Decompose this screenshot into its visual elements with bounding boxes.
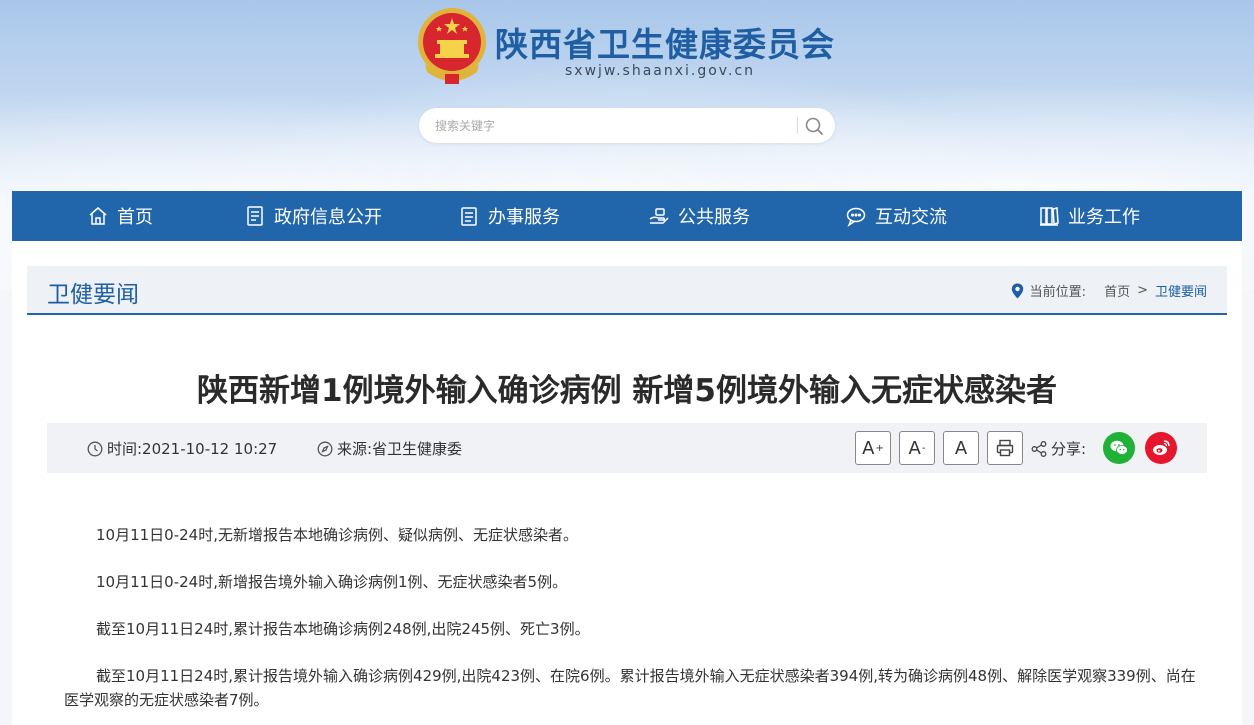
compass-icon	[317, 441, 333, 456]
article-meta-bar: 时间:2021-10-12 10:27 来源:省卫生健康委 A + A- A 分…	[47, 423, 1207, 473]
article-paragraph: 10月11日0-24时,无新增报告本地确诊病例、疑似病例、无症状感染者。	[96, 526, 578, 544]
content-panel: 卫健要闻 当前位置: 首页 > 卫健要闻 陕西新增1例境外输入确诊病例 新增5例…	[12, 241, 1242, 725]
section-header: 卫健要闻 当前位置: 首页 > 卫健要闻	[27, 266, 1227, 315]
breadcrumb-separator: >	[1137, 283, 1148, 298]
article-paragraph: 截至10月11日24时,累计报告境外输入确诊病例429例,出院423例、在院6例…	[64, 667, 1196, 709]
site-logo[interactable]: 陕西省卫生健康委员会 sxwjw.shaanxi.gov.cn	[415, 6, 845, 88]
chat-icon	[846, 207, 866, 227]
printer-icon	[996, 439, 1014, 457]
nav-item-label: 政府信息公开	[274, 207, 382, 228]
article-body: 10月11日0-24时,无新增报告本地确诊病例、疑似病例、无症状感染者。 10月…	[64, 523, 1204, 725]
nav-item-services[interactable]: 办事服务	[458, 191, 560, 241]
nav-item-gov-info[interactable]: 政府信息公开	[244, 191, 382, 241]
books-icon	[1040, 207, 1059, 226]
article-source-text: 来源:省卫生健康委	[337, 440, 463, 458]
clipboard-icon	[461, 207, 477, 226]
share-label: 分享:	[1030, 438, 1086, 459]
main-nav: 首页 政府信息公开 办事服务 公共服务 互动交流 业务工作	[12, 191, 1242, 241]
search-divider	[797, 117, 798, 134]
publish-time: 时间:2021-10-12 10:27	[87, 438, 277, 459]
nav-item-label: 公共服务	[678, 207, 750, 228]
nav-item-label: 办事服务	[488, 207, 560, 228]
publish-time-text: 时间:2021-10-12 10:27	[107, 440, 278, 458]
print-button[interactable]	[987, 431, 1023, 465]
breadcrumb-label: 当前位置:	[1029, 285, 1087, 300]
site-name: 陕西省卫生健康委员会	[495, 25, 835, 64]
font-smaller-button[interactable]: A-	[899, 431, 935, 465]
nav-item-public-services[interactable]: 公共服务	[648, 191, 750, 241]
nav-item-home[interactable]: 首页	[87, 191, 153, 241]
nav-item-business[interactable]: 业务工作	[1038, 191, 1140, 241]
breadcrumb-current-link[interactable]: 卫健要闻	[1155, 281, 1207, 300]
font-default-label: A	[954, 437, 968, 459]
hand-service-icon	[649, 208, 669, 224]
font-default-button[interactable]: A	[943, 431, 979, 465]
article-paragraph: 10月11日0-24时,新增报告境外输入确诊病例1例、无症状感染者5例。	[96, 573, 568, 591]
search-box	[419, 108, 835, 143]
nav-item-label: 业务工作	[1068, 207, 1140, 228]
section-title: 卫健要闻	[47, 282, 139, 308]
share-wechat-button[interactable]	[1103, 432, 1135, 464]
share-icon	[1031, 440, 1047, 457]
search-input[interactable]	[435, 114, 795, 137]
nav-item-interaction[interactable]: 互动交流	[845, 191, 947, 241]
font-larger-sup: +	[875, 442, 884, 454]
article-source: 来源:省卫生健康委	[317, 438, 462, 459]
breadcrumb-home-link[interactable]: 首页	[1104, 281, 1130, 300]
nav-item-label: 互动交流	[875, 207, 947, 228]
search-icon[interactable]	[803, 115, 825, 137]
clock-icon	[87, 441, 103, 456]
nav-item-label: 首页	[117, 207, 153, 228]
share-label-text: 分享:	[1051, 440, 1087, 458]
share-weibo-button[interactable]	[1145, 432, 1177, 464]
breadcrumb: 当前位置: 首页 > 卫健要闻	[1011, 281, 1207, 300]
document-icon	[247, 206, 263, 226]
article-paragraph: 截至10月11日24时,累计报告本地确诊病例248例,出院245例、死亡3例。	[96, 620, 590, 638]
site-domain: sxwjw.shaanxi.gov.cn	[565, 63, 756, 79]
national-emblem-icon	[418, 8, 486, 84]
wechat-icon	[1110, 440, 1128, 455]
location-pin-icon	[1011, 283, 1023, 298]
font-smaller-sup: -	[921, 442, 926, 454]
font-larger-button[interactable]: A +	[855, 431, 891, 465]
font-smaller-label: A	[908, 437, 921, 459]
article-title: 陕西新增1例境外输入确诊病例 新增5例境外输入无症状感染者	[197, 373, 1057, 409]
weibo-icon	[1153, 440, 1170, 455]
font-larger-label: A	[862, 437, 875, 459]
home-icon	[89, 207, 107, 225]
